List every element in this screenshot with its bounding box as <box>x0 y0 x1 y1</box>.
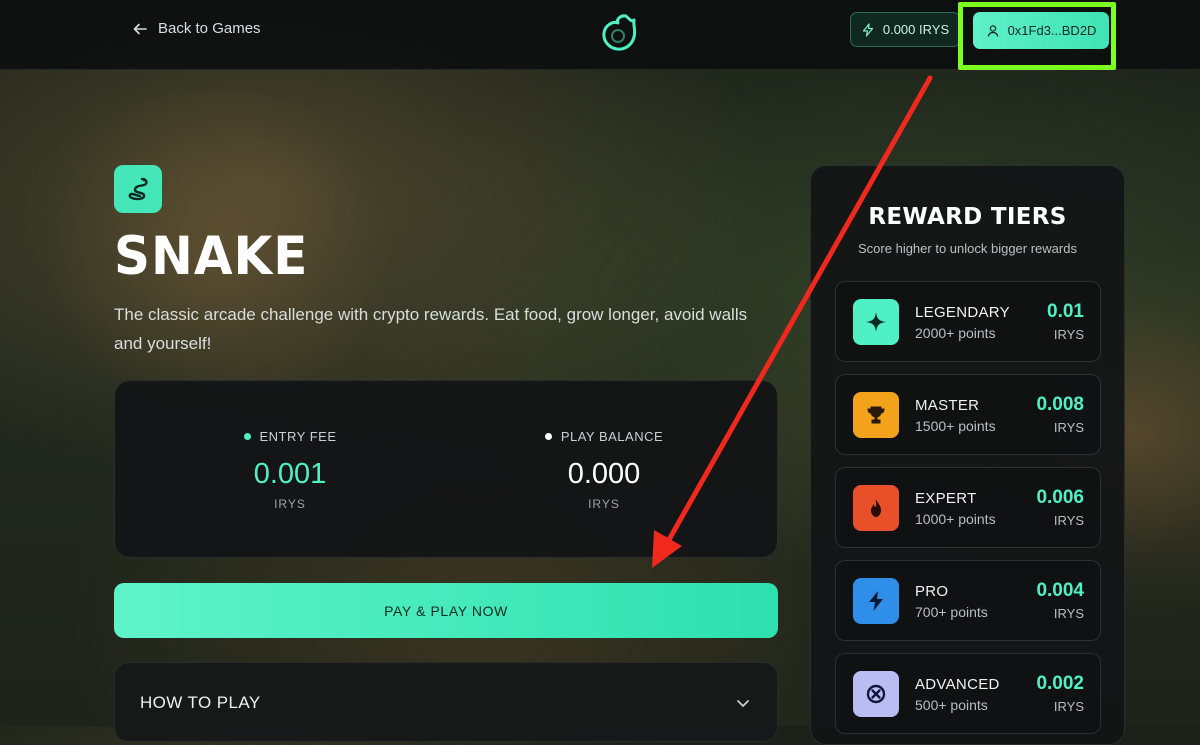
lightning-icon <box>862 22 874 37</box>
tier-amount: 0.004 <box>1036 580 1084 601</box>
reward-tiers-subtitle: Score higher to unlock bigger rewards <box>858 241 1077 256</box>
game-title: SNAKE <box>114 225 309 287</box>
tier-amount: 0.008 <box>1036 394 1084 415</box>
back-label: Back to Games <box>158 20 261 37</box>
tier-advanced-badge <box>853 671 899 717</box>
tier-legendary: LEGENDARY 2000+ points 0.01 IRYS <box>835 281 1101 362</box>
tier-points: 1500+ points <box>915 418 996 434</box>
play-balance-value: 0.000 <box>567 458 641 490</box>
entry-fee-value: 0.001 <box>253 458 327 490</box>
entry-fee-label-row: ENTRY FEE <box>190 429 390 444</box>
tier-points: 2000+ points <box>915 325 996 341</box>
target-icon <box>866 684 886 704</box>
flame-logo-icon[interactable] <box>596 10 642 56</box>
entry-fee-dot <box>243 433 251 440</box>
tier-unit: IRYS <box>1053 699 1084 714</box>
tier-amount: 0.002 <box>1036 673 1084 694</box>
tier-master: MASTER 1500+ points 0.008 IRYS <box>835 374 1101 455</box>
how-to-play-label: HOW TO PLAY <box>140 693 261 712</box>
entry-fee-unit: IRYS <box>274 497 306 511</box>
tier-name: PRO <box>915 583 949 600</box>
highlight-box <box>958 2 1116 70</box>
reward-tiers-title: REWARD TIERS <box>868 204 1067 230</box>
irys-balance-pill[interactable]: 0.000 IRYS <box>850 12 960 47</box>
play-balance-stat: PLAY BALANCE 0.000 IRYS <box>504 429 704 511</box>
trophy-icon <box>867 406 885 424</box>
tier-master-badge <box>853 392 899 438</box>
how-to-play-accordion[interactable]: HOW TO PLAY <box>114 662 778 742</box>
reward-tiers-panel: REWARD TIERS Score higher to unlock bigg… <box>810 165 1125 745</box>
sparkle-icon <box>866 312 886 332</box>
tier-name: LEGENDARY <box>915 304 1010 321</box>
entry-fee-label: ENTRY FEE <box>259 429 337 444</box>
tier-expert-badge <box>853 485 899 531</box>
tier-expert: EXPERT 1000+ points 0.006 IRYS <box>835 467 1101 548</box>
tier-unit: IRYS <box>1053 513 1084 528</box>
tier-advanced: ADVANCED 500+ points 0.002 IRYS <box>835 653 1101 734</box>
tier-amount: 0.006 <box>1036 487 1084 508</box>
tier-name: MASTER <box>915 397 980 414</box>
arrow-left-icon <box>133 23 147 34</box>
tier-points: 1000+ points <box>915 511 996 527</box>
tier-pro-badge <box>853 578 899 624</box>
entry-fee-stat: ENTRY FEE 0.001 IRYS <box>190 429 390 511</box>
snake-icon <box>128 177 148 201</box>
chevron-down-icon <box>737 700 749 707</box>
balance-text: 0.000 IRYS <box>882 22 950 37</box>
play-balance-label: PLAY BALANCE <box>560 429 664 444</box>
play-balance-unit: IRYS <box>588 497 620 511</box>
tier-name: EXPERT <box>915 490 977 507</box>
tier-unit: IRYS <box>1053 606 1084 621</box>
tier-unit: IRYS <box>1053 327 1084 342</box>
tier-points: 700+ points <box>915 604 988 620</box>
snake-game-icon <box>114 165 162 213</box>
tier-points: 500+ points <box>915 697 988 713</box>
lightning-icon <box>869 591 883 611</box>
pay-and-play-button[interactable]: PAY & PLAY NOW <box>114 583 778 638</box>
tier-unit: IRYS <box>1053 420 1084 435</box>
tier-legendary-badge <box>853 299 899 345</box>
fee-card: ENTRY FEE 0.001 IRYS PLAY BALANCE 0.000 … <box>114 380 778 558</box>
back-to-games-link[interactable]: Back to Games <box>132 20 261 37</box>
game-description: The classic arcade challenge with crypto… <box>114 305 748 353</box>
play-balance-dot <box>544 433 552 440</box>
tier-pro: PRO 700+ points 0.004 IRYS <box>835 560 1101 641</box>
flame-icon <box>871 499 881 517</box>
play-balance-label-row: PLAY BALANCE <box>504 429 704 444</box>
tier-amount: 0.01 <box>1047 301 1084 322</box>
tier-name: ADVANCED <box>915 676 1000 693</box>
